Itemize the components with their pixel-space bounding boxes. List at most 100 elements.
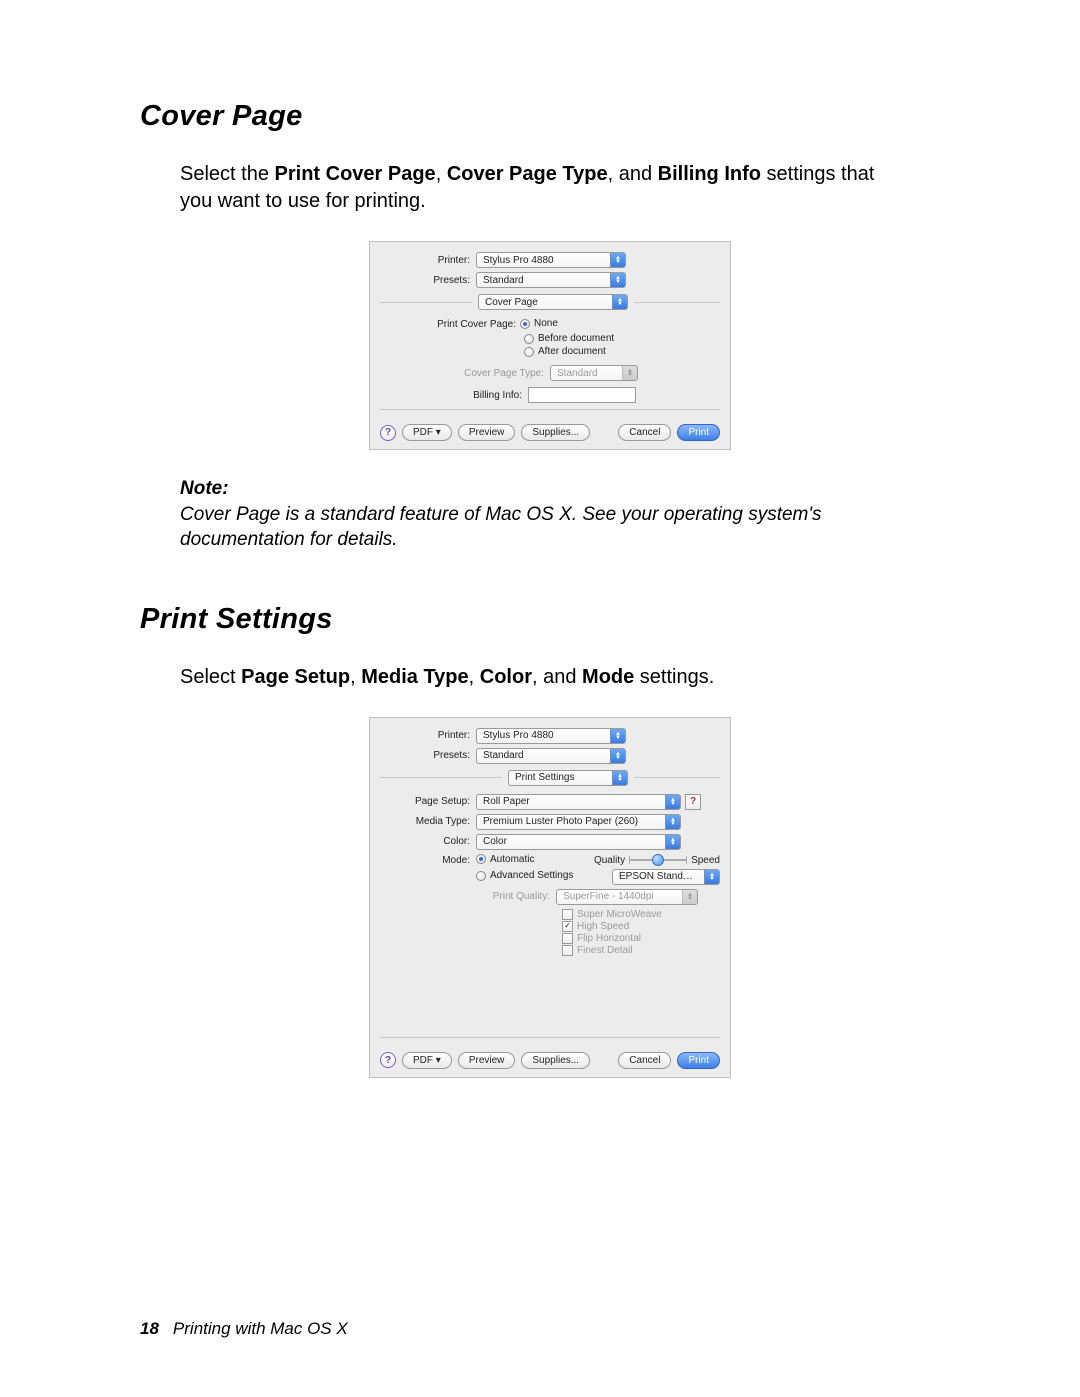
print-quality-select: SuperFine - 1440dpi ▲▼ bbox=[556, 889, 698, 905]
slider-thumb[interactable] bbox=[652, 854, 664, 866]
media-type-select[interactable]: Premium Luster Photo Paper (260) ▲▼ bbox=[476, 814, 681, 830]
radio-label: Advanced Settings bbox=[490, 870, 573, 881]
text: , and bbox=[532, 666, 582, 688]
checkbox-icon bbox=[562, 945, 573, 956]
speed-label: Speed bbox=[691, 855, 720, 866]
quality-label: Quality bbox=[594, 855, 625, 866]
text: , bbox=[469, 666, 480, 688]
panel-select[interactable]: Cover Page ▲▼ bbox=[478, 294, 628, 310]
text: Select bbox=[180, 666, 241, 688]
checkbox-high-speed: High Speed bbox=[562, 921, 720, 932]
divider bbox=[380, 302, 472, 303]
select-arrows-icon: ▲▼ bbox=[610, 729, 625, 743]
help-button[interactable]: ? bbox=[380, 1052, 396, 1068]
bold-page-setup: Page Setup bbox=[241, 666, 350, 688]
cancel-button[interactable]: Cancel bbox=[618, 1052, 671, 1069]
page-footer: 18 Printing with Mac OS X bbox=[140, 1319, 348, 1339]
panel-select[interactable]: Print Settings ▲▼ bbox=[508, 770, 628, 786]
select-arrows-icon: ▲▼ bbox=[682, 890, 697, 904]
checkbox-finest-detail: Finest Detail bbox=[562, 945, 720, 956]
radio-before-document[interactable]: Before document bbox=[524, 333, 720, 344]
print-settings-heading: Print Settings bbox=[140, 603, 960, 636]
preview-button[interactable]: Preview bbox=[458, 1052, 516, 1069]
cover-page-heading: Cover Page bbox=[140, 100, 960, 133]
print-dialog-print-settings: Printer: Stylus Pro 4880 ▲▼ Presets: Sta… bbox=[369, 717, 731, 1078]
cover-page-type-value: Standard bbox=[551, 368, 622, 379]
checkbox-icon bbox=[562, 909, 573, 920]
checkbox-label: Flip Horizontal bbox=[577, 933, 641, 944]
checkbox-label: Finest Detail bbox=[577, 945, 633, 956]
page-setup-select[interactable]: Roll Paper ▲▼ bbox=[476, 794, 681, 810]
cover-page-intro: Select the Print Cover Page, Cover Page … bbox=[180, 161, 900, 215]
billing-info-label: Billing Info: bbox=[380, 390, 528, 401]
printer-label: Printer: bbox=[380, 255, 476, 266]
checkbox-label: Super MicroWeave bbox=[577, 909, 662, 920]
panel-value: Print Settings bbox=[509, 772, 612, 783]
cover-page-type-select: Standard ▲▼ bbox=[550, 365, 638, 381]
slider-tick bbox=[686, 856, 687, 864]
printer-select[interactable]: Stylus Pro 4880 ▲▼ bbox=[476, 728, 626, 744]
text: , and bbox=[608, 163, 658, 185]
radio-after-document[interactable]: After document bbox=[524, 346, 720, 357]
checkbox-super-microweave: Super MicroWeave bbox=[562, 909, 720, 920]
radio-icon bbox=[524, 334, 534, 344]
select-arrows-icon: ▲▼ bbox=[665, 835, 680, 849]
printer-value: Stylus Pro 4880 bbox=[477, 730, 610, 741]
select-arrows-icon: ▲▼ bbox=[612, 295, 627, 309]
supplies-button[interactable]: Supplies... bbox=[521, 424, 590, 441]
cover-page-note: Note: Cover Page is a standard feature o… bbox=[180, 476, 900, 553]
note-text: Cover Page is a standard feature of Mac … bbox=[180, 502, 900, 553]
radio-icon bbox=[476, 854, 486, 864]
printer-select[interactable]: Stylus Pro 4880 ▲▼ bbox=[476, 252, 626, 268]
pdf-button[interactable]: PDF ▾ bbox=[402, 424, 452, 441]
note-label: Note: bbox=[180, 476, 900, 502]
cancel-button[interactable]: Cancel bbox=[618, 424, 671, 441]
divider bbox=[634, 777, 720, 778]
slider-tick bbox=[629, 856, 630, 864]
page-setup-value: Roll Paper bbox=[477, 796, 665, 807]
media-type-label: Media Type: bbox=[380, 816, 476, 827]
presets-value: Standard bbox=[477, 750, 610, 761]
select-arrows-icon: ▲▼ bbox=[610, 273, 625, 287]
checkbox-flip-horizontal: Flip Horizontal bbox=[562, 933, 720, 944]
panel-value: Cover Page bbox=[479, 297, 612, 308]
divider bbox=[380, 409, 720, 410]
epson-std-select[interactable]: EPSON Standard(... ▲▼ bbox=[612, 869, 720, 885]
print-settings-intro: Select Page Setup, Media Type, Color, an… bbox=[180, 664, 900, 691]
select-arrows-icon: ▲▼ bbox=[622, 366, 637, 380]
radio-advanced-settings[interactable]: Advanced Settings bbox=[476, 870, 573, 881]
preview-button[interactable]: Preview bbox=[458, 424, 516, 441]
color-value: Color bbox=[477, 836, 665, 847]
pdf-button[interactable]: PDF ▾ bbox=[402, 1052, 452, 1069]
presets-value: Standard bbox=[477, 275, 610, 286]
divider bbox=[380, 1037, 720, 1038]
select-arrows-icon: ▲▼ bbox=[665, 815, 680, 829]
supplies-button[interactable]: Supplies... bbox=[521, 1052, 590, 1069]
bold-billing-info: Billing Info bbox=[658, 163, 761, 185]
select-arrows-icon: ▲▼ bbox=[612, 771, 627, 785]
billing-info-input[interactable] bbox=[528, 387, 636, 403]
checkbox-icon bbox=[562, 921, 573, 932]
radio-label: Automatic bbox=[490, 854, 534, 865]
color-select[interactable]: Color ▲▼ bbox=[476, 834, 681, 850]
footer-title: Printing with Mac OS X bbox=[173, 1319, 348, 1338]
text: , bbox=[436, 163, 447, 185]
select-arrows-icon: ▲▼ bbox=[665, 795, 680, 809]
divider bbox=[634, 302, 720, 303]
presets-label: Presets: bbox=[380, 275, 476, 286]
print-button[interactable]: Print bbox=[677, 424, 720, 441]
page-setup-help-button[interactable]: ? bbox=[685, 794, 701, 810]
radio-label: None bbox=[534, 318, 558, 329]
print-button[interactable]: Print bbox=[677, 1052, 720, 1069]
divider bbox=[380, 777, 502, 778]
help-button[interactable]: ? bbox=[380, 425, 396, 441]
quality-speed-slider[interactable] bbox=[629, 854, 687, 866]
radio-automatic[interactable]: Automatic bbox=[476, 854, 534, 865]
presets-select[interactable]: Standard ▲▼ bbox=[476, 272, 626, 288]
radio-none[interactable]: None bbox=[520, 318, 558, 329]
presets-select[interactable]: Standard ▲▼ bbox=[476, 748, 626, 764]
print-cover-page-label: Print Cover Page: bbox=[380, 319, 520, 330]
select-arrows-icon: ▲▼ bbox=[610, 749, 625, 763]
radio-icon bbox=[476, 871, 486, 881]
page-number: 18 bbox=[140, 1319, 159, 1338]
